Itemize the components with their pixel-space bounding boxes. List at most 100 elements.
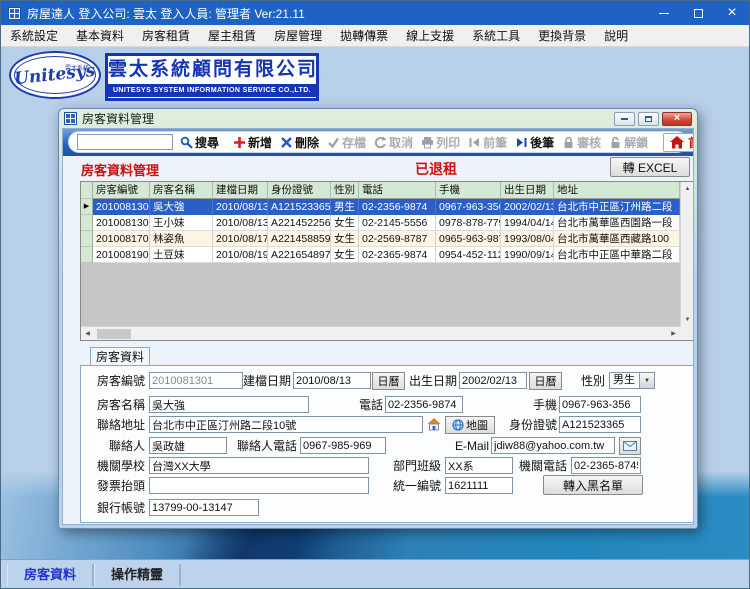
add-button[interactable]: 新增: [230, 134, 275, 151]
cell: 2010/08/17: [213, 231, 268, 247]
email-input[interactable]: [491, 437, 615, 454]
gender-value: 男生: [613, 374, 635, 386]
delete-button[interactable]: 刪除: [277, 134, 322, 151]
table-row[interactable]: 2010081901 土豆妹 2010/08/19 A221654897 女生 02-23…: [81, 247, 680, 263]
menu-item-change-background[interactable]: 更換背景: [529, 24, 595, 47]
cell: 02-2365-9874: [359, 247, 436, 263]
window-titlebar: 房屋達人 登入公司: 雲太 登入人員: 管理者 Ver:21.11 ×: [1, 1, 749, 25]
tenant-name-input[interactable]: [149, 396, 309, 413]
department-label: 部門班級: [393, 459, 442, 473]
table-row[interactable]: 2010081701 林姿魚 2010/08/17 A221458859 女生 02-25…: [81, 231, 680, 247]
unlock-button: 解鎖: [606, 134, 651, 151]
contact-name-input[interactable]: [149, 437, 227, 454]
school-phone-input[interactable]: [571, 457, 641, 474]
column-header[interactable]: 性別: [331, 182, 359, 199]
menu-item-tenant-rental[interactable]: 房客租賃: [133, 24, 199, 47]
scroll-up-icon[interactable]: ▲: [681, 182, 693, 195]
bank-account-input[interactable]: [149, 499, 259, 516]
column-header[interactable]: 出生日期: [501, 182, 554, 199]
created-date-input[interactable]: [293, 372, 371, 389]
column-header[interactable]: 建檔日期: [213, 182, 268, 199]
dialog-titlebar[interactable]: 房客資料管理 ×: [59, 109, 697, 128]
app-icon: [8, 6, 21, 20]
maximize-button[interactable]: [681, 1, 715, 25]
chevron-down-icon[interactable]: ▼: [639, 373, 654, 388]
created-date-calendar-button[interactable]: 日曆: [372, 372, 405, 390]
menu-item-system-settings[interactable]: 系統設定: [1, 24, 67, 47]
column-header[interactable]: 手機: [436, 182, 501, 199]
invoice-title-input[interactable]: [149, 477, 369, 494]
tax-id-input[interactable]: [445, 477, 513, 494]
id-number-input[interactable]: [559, 416, 641, 433]
cell: 2010/08/13: [213, 199, 268, 215]
menu-item-system-tools[interactable]: 系統工具: [463, 24, 529, 47]
school-input[interactable]: [149, 457, 369, 474]
dialog-restore-button[interactable]: [638, 111, 659, 126]
column-header[interactable]: 電話: [359, 182, 436, 199]
cell: 2010081901: [93, 247, 150, 263]
menu-item-help[interactable]: 說明: [595, 24, 637, 47]
export-excel-button[interactable]: 轉 EXCEL: [610, 157, 690, 177]
cell: 女生: [331, 231, 359, 247]
search-input[interactable]: [77, 134, 173, 150]
column-header[interactable]: 地址: [554, 182, 680, 199]
search-button[interactable]: 搜尋: [177, 134, 222, 151]
department-input[interactable]: [445, 457, 513, 474]
menu-item-house-management[interactable]: 房屋管理: [265, 24, 331, 47]
status-tab-tenant-data[interactable]: 房客資料: [7, 564, 95, 586]
contact-phone-input[interactable]: [300, 437, 386, 454]
menu-item-online-support[interactable]: 線上支援: [397, 24, 463, 47]
table-header-row: 房客編號 房客名稱 建檔日期 身份證號 性別 電話 手機 出生日期 地址: [81, 182, 680, 199]
cell: 台北市中正區汀州路二段: [554, 199, 680, 215]
table-row[interactable]: ▶ 2010081301 吳大強 2010/08/13 A121523365 男生 02-2…: [81, 199, 680, 215]
home-button[interactable]: 首頁: [663, 132, 693, 152]
home-icon[interactable]: [426, 416, 442, 432]
menu-item-voucher-transfer[interactable]: 拋轉傳票: [331, 24, 397, 47]
map-button[interactable]: 地圖: [445, 416, 495, 434]
tenant-id-input[interactable]: [149, 372, 243, 389]
cell: 1990/09/14: [501, 247, 554, 263]
column-header[interactable]: 房客名稱: [150, 182, 213, 199]
birth-date-input[interactable]: [459, 372, 527, 389]
column-header[interactable]: 身份證號: [268, 182, 331, 199]
table-row[interactable]: 2010081302 王小妹 2010/08/13 A221452256 女生 02-21…: [81, 215, 680, 231]
phone-input[interactable]: [385, 396, 463, 413]
section-title: 房客資料管理: [81, 163, 160, 178]
desktop-background: Unitesys 雲太系統 雲太系統顧問有限公司 UNITESYS SYSTEM…: [1, 47, 749, 559]
tax-id-label: 統一編號: [393, 479, 442, 493]
scroll-down-icon[interactable]: ▼: [681, 313, 693, 326]
next-record-button[interactable]: 後筆: [512, 134, 557, 151]
scrollbar-thumb[interactable]: [97, 329, 131, 339]
phone-label: 電話: [358, 398, 383, 412]
email-label: E-Mail: [454, 439, 489, 453]
cell: 0965-963-987: [436, 231, 501, 247]
cell: 0967-963-356: [436, 199, 501, 215]
vertical-scrollbar[interactable]: ▲ ▼: [680, 182, 693, 326]
company-name-box: 雲太系統顧問有限公司 UNITESYS SYSTEM INFORMATION S…: [105, 53, 319, 101]
dialog-minimize-button[interactable]: [614, 111, 635, 126]
menu-item-basic-data[interactable]: 基本資料: [67, 24, 133, 47]
close-button[interactable]: ×: [715, 1, 749, 25]
dialog-content: 搜尋新增刪除存檔取消列印前筆後筆審核解鎖首頁離開 房客資料管理 已退租 轉 EX…: [62, 128, 694, 525]
gender-select[interactable]: 男生 ▼: [609, 372, 655, 389]
column-header[interactable]: 房客編號: [93, 182, 150, 199]
menu-bar: 系統設定 基本資料 房客租賃 屋主租賃 房屋管理 拋轉傳票 線上支援 系統工具 更換背景 說明: [1, 25, 749, 47]
blacklist-button[interactable]: 轉入黑名單: [543, 475, 643, 495]
send-email-button[interactable]: [619, 437, 641, 455]
selected-row-indicator: ▶: [81, 199, 93, 215]
menu-item-landlord-rental[interactable]: 屋主租賃: [199, 24, 265, 47]
row-indicator: [81, 231, 93, 247]
mobile-input[interactable]: [559, 396, 641, 413]
cell: 0978-878-779: [436, 215, 501, 231]
tab-tenant-data[interactable]: 房客資料: [90, 347, 150, 366]
scroll-right-icon[interactable]: ▶: [667, 327, 680, 340]
minimize-button[interactable]: [647, 1, 681, 25]
cell: 1993/08/04: [501, 231, 554, 247]
cell: A221458859: [268, 231, 331, 247]
horizontal-scrollbar[interactable]: ◀ ▶: [81, 326, 680, 340]
address-input[interactable]: [149, 416, 423, 433]
birth-date-calendar-button[interactable]: 日曆: [529, 372, 562, 390]
status-tab-operation-wizard[interactable]: 操作精靈: [94, 564, 182, 586]
dialog-close-button[interactable]: ×: [662, 111, 692, 126]
scroll-left-icon[interactable]: ◀: [81, 327, 94, 340]
